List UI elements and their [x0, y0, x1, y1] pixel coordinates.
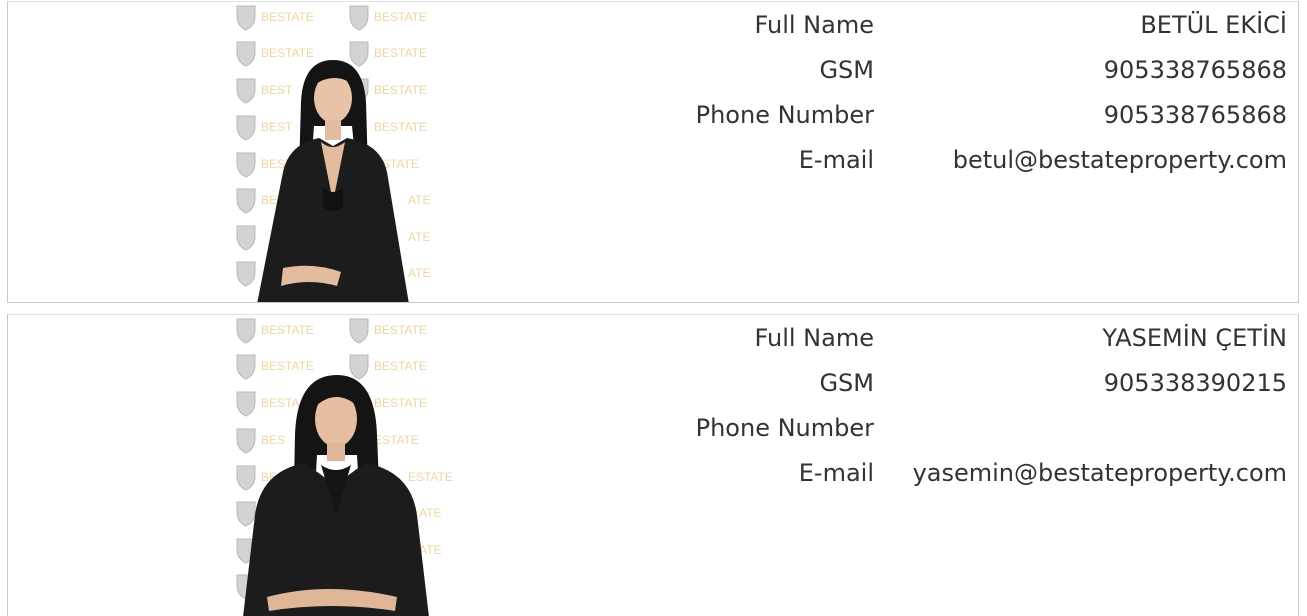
svg-text:BE: BE — [261, 193, 277, 207]
svg-text:BESTATE: BESTATE — [374, 396, 427, 410]
agent-card: BESTATE BESTATE BESTATE BESTATE BEST BESTAT… — [7, 1, 1299, 303]
svg-text:BESTATE: BESTATE — [374, 359, 427, 373]
svg-text:ESTATE: ESTATE — [374, 433, 419, 447]
label-email: E-mail — [798, 459, 874, 487]
svg-text:BESTATE: BESTATE — [374, 10, 427, 24]
label-full-name: Full Name — [754, 324, 874, 352]
svg-text:BESTATE: BESTATE — [261, 359, 314, 373]
svg-text:ESTATE: ESTATE — [408, 470, 453, 484]
agent-gsm[interactable]: 905338765868 — [1104, 53, 1287, 87]
svg-text:BESTATE: BESTATE — [261, 323, 314, 337]
svg-text:BESTATE: BESTATE — [261, 10, 314, 24]
svg-text:ATE: ATE — [408, 230, 430, 244]
agent-photo: BESTATE BESTATE BESTATE BESTATE BESTA BESTA… — [223, 315, 455, 616]
watermark-backdrop: BESTATE BESTATE BESTATE BESTATE BEST BESTAT… — [236, 5, 430, 302]
label-phone: Phone Number — [695, 414, 874, 442]
svg-text:ATE: ATE — [419, 543, 441, 557]
svg-text:ATE: ATE — [408, 266, 430, 280]
svg-text:BESTATE: BESTATE — [374, 46, 427, 60]
svg-text:ATE: ATE — [419, 506, 441, 520]
agent-card: BESTATE BESTATE BESTATE BESTATE BESTA BESTA… — [7, 314, 1299, 616]
agent-full-name: YASEMİN ÇETİN — [1102, 324, 1287, 352]
svg-text:BESTA: BESTA — [261, 396, 299, 410]
agent-email-link[interactable]: yasemin@bestateproperty.com — [887, 452, 1287, 494]
label-gsm: GSM — [819, 369, 874, 397]
svg-text:BESTATE: BESTATE — [374, 323, 427, 337]
label-gsm: GSM — [819, 56, 874, 84]
label-full-name: Full Name — [754, 11, 874, 39]
agent-phone[interactable]: 905338765868 — [1104, 98, 1287, 132]
watermark-backdrop: BESTATE BESTATE BESTATE BESTATE BESTA BESTA… — [236, 318, 453, 616]
svg-text:BESTATE: BESTATE — [374, 83, 427, 97]
svg-text:BESTATE: BESTATE — [261, 46, 314, 60]
agent-full-name: BETÜL EKİCİ — [1140, 11, 1287, 39]
svg-text:BEST: BEST — [261, 120, 293, 134]
svg-text:BES: BES — [261, 433, 285, 447]
svg-text:BEST: BEST — [261, 83, 293, 97]
label-email: E-mail — [798, 146, 874, 174]
agent-gsm[interactable]: 905338390215 — [1104, 366, 1287, 400]
agent-email-link[interactable]: betul@bestateproperty.com — [953, 143, 1287, 177]
label-phone: Phone Number — [695, 101, 874, 129]
svg-text:ATE: ATE — [408, 193, 430, 207]
agent-photo: BESTATE BESTATE BESTATE BESTATE BEST BESTAT… — [223, 2, 455, 302]
svg-text:BESTATE: BESTATE — [374, 120, 427, 134]
person-silhouette — [243, 375, 429, 616]
